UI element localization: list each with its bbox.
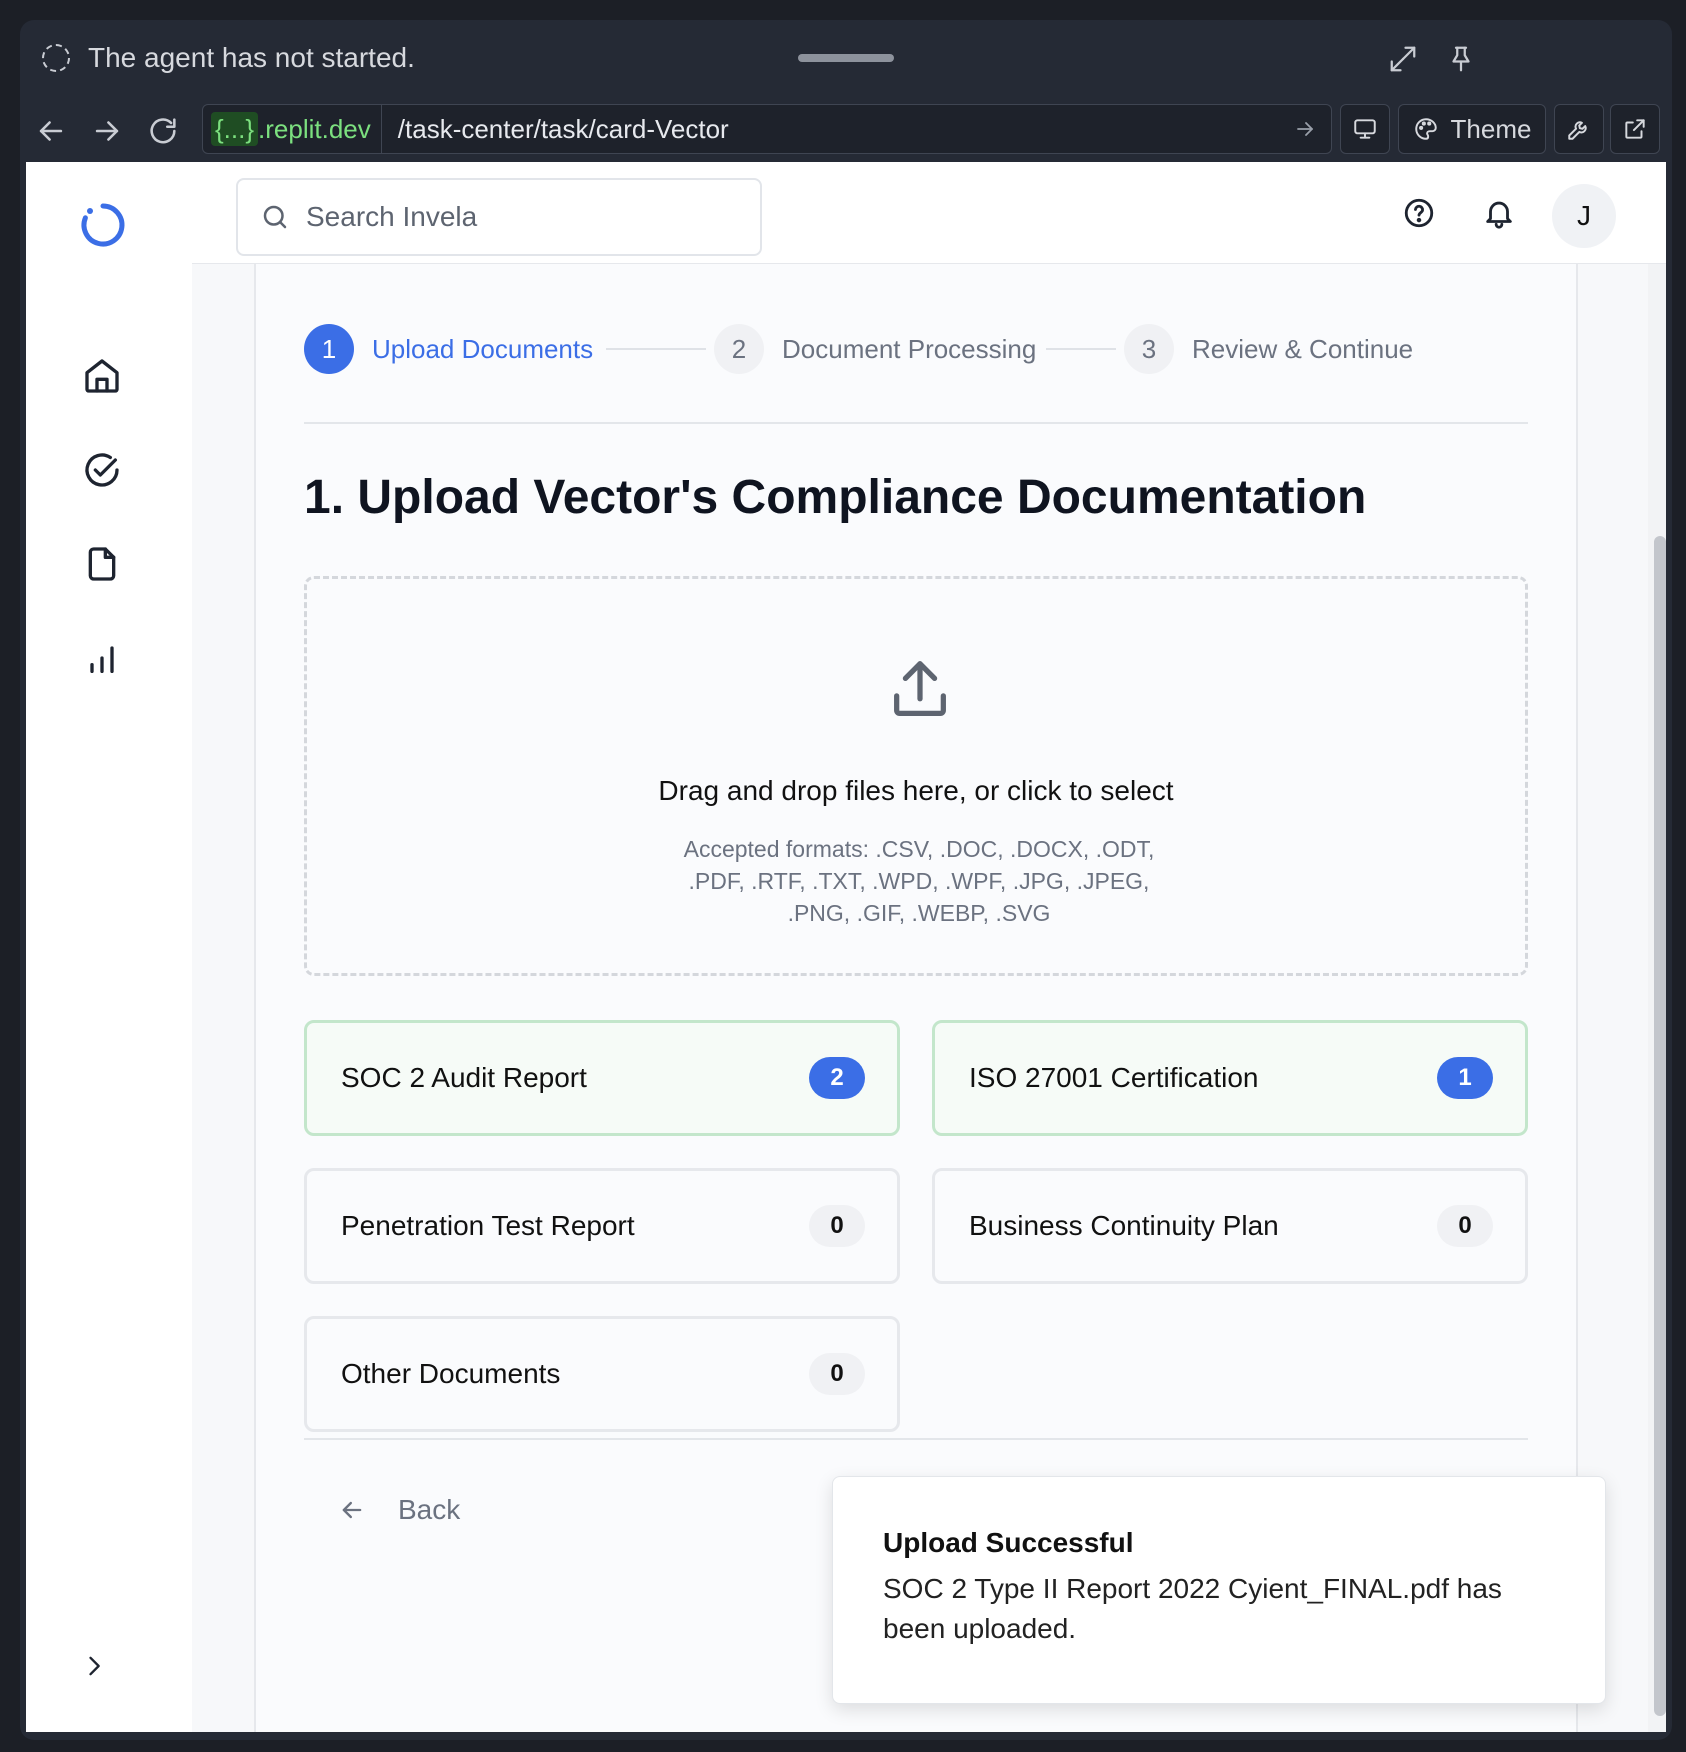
devtools-button[interactable] bbox=[1554, 104, 1604, 154]
url-bar[interactable]: {...} .replit.dev /task-center/task/card… bbox=[202, 104, 1332, 154]
bell-icon[interactable] bbox=[1482, 196, 1516, 230]
pin-icon[interactable] bbox=[1446, 44, 1476, 74]
loading-spinner-icon bbox=[42, 44, 70, 72]
open-new-tab-button[interactable] bbox=[1610, 104, 1660, 154]
url-domain: .replit.dev bbox=[258, 113, 371, 144]
device-preview-button[interactable] bbox=[1340, 104, 1390, 154]
step-connector bbox=[1046, 348, 1116, 350]
browser-bar: {...} .replit.dev /task-center/task/card… bbox=[20, 102, 1672, 160]
step-review-continue[interactable]: 3 Review & Continue bbox=[1124, 324, 1413, 374]
help-icon[interactable] bbox=[1402, 196, 1436, 230]
home-icon[interactable] bbox=[82, 356, 122, 396]
expand-sidebar-chevron-icon[interactable] bbox=[80, 1652, 108, 1680]
arrow-left-icon bbox=[342, 1501, 362, 1519]
drag-handle[interactable] bbox=[798, 54, 894, 62]
top-header: J bbox=[192, 162, 1666, 264]
stepper: 1 Upload Documents 2 Document Processing… bbox=[304, 324, 1534, 374]
user-avatar[interactable]: J bbox=[1552, 184, 1616, 248]
step-label: Upload Documents bbox=[372, 333, 594, 364]
toast-message: SOC 2 Type II Report 2022 Cyient_FINAL.p… bbox=[883, 1573, 1502, 1644]
doc-category-label: ISO 27001 Certification bbox=[969, 1062, 1259, 1093]
url-separator bbox=[380, 104, 382, 154]
dropzone-title: Drag and drop files here, or click to se… bbox=[658, 775, 1174, 806]
doc-category-bcp[interactable]: Business Continuity Plan 0 bbox=[932, 1168, 1528, 1284]
doc-category-label: SOC 2 Audit Report bbox=[341, 1062, 587, 1093]
agent-status-text: The agent has not started. bbox=[88, 42, 415, 73]
theme-label: Theme bbox=[1450, 113, 1532, 144]
invela-logo-icon[interactable] bbox=[78, 200, 128, 250]
divider bbox=[304, 422, 1528, 424]
doc-count-badge: 2 bbox=[809, 1057, 865, 1099]
upload-icon bbox=[894, 661, 946, 716]
step-number: 1 bbox=[304, 324, 354, 374]
doc-count-badge: 0 bbox=[809, 1353, 865, 1395]
palette-icon bbox=[1414, 118, 1437, 140]
agent-bar: The agent has not started. bbox=[20, 20, 1672, 96]
step-number: 2 bbox=[714, 324, 764, 374]
toast-title: Upload Successful bbox=[883, 1527, 1134, 1558]
monitor-icon bbox=[1354, 119, 1376, 139]
file-icon[interactable] bbox=[82, 544, 122, 584]
forward-arrow-icon[interactable] bbox=[90, 114, 124, 148]
collapse-window-icon[interactable] bbox=[1388, 44, 1418, 74]
theme-button[interactable]: Theme bbox=[1398, 104, 1546, 154]
doc-category-label: Penetration Test Report bbox=[341, 1210, 635, 1241]
doc-category-pentest[interactable]: Penetration Test Report 0 bbox=[304, 1168, 900, 1284]
step-label: Document Processing bbox=[782, 333, 1037, 364]
doc-count-badge: 1 bbox=[1437, 1057, 1493, 1099]
doc-category-label: Business Continuity Plan bbox=[969, 1210, 1279, 1241]
step-connector bbox=[606, 348, 706, 350]
sidebar bbox=[26, 162, 192, 1732]
search-icon bbox=[263, 205, 287, 229]
doc-category-label: Other Documents bbox=[341, 1358, 561, 1389]
dropzone-accepted-formats: Accepted formats: .CSV, .DOC, .DOCX, .OD… bbox=[683, 836, 1155, 926]
file-dropzone[interactable]: Drag and drop files here, or click to se… bbox=[304, 576, 1528, 976]
page-title: 1. Upload Vector's Compliance Documentat… bbox=[304, 471, 1367, 524]
bar-chart-icon[interactable] bbox=[82, 638, 122, 678]
step-label: Review & Continue bbox=[1192, 333, 1414, 364]
step-document-processing[interactable]: 2 Document Processing bbox=[714, 324, 1036, 374]
scrollbar-thumb[interactable] bbox=[1654, 536, 1666, 1716]
go-arrow-icon[interactable] bbox=[1293, 117, 1317, 141]
doc-category-soc2[interactable]: SOC 2 Audit Report 2 bbox=[304, 1020, 900, 1136]
url-path[interactable]: /task-center/task/card-Vector bbox=[398, 114, 1293, 145]
toast-notification[interactable]: Upload Successful SOC 2 Type II Report 2… bbox=[832, 1476, 1606, 1704]
doc-count-badge: 0 bbox=[1437, 1205, 1493, 1247]
step-number: 3 bbox=[1124, 324, 1174, 374]
step-upload-documents[interactable]: 1 Upload Documents bbox=[304, 324, 593, 374]
back-label: Back bbox=[398, 1494, 461, 1525]
doc-count-badge: 0 bbox=[809, 1205, 865, 1247]
doc-category-iso27001[interactable]: ISO 27001 Certification 1 bbox=[932, 1020, 1528, 1136]
search-input[interactable] bbox=[306, 201, 706, 233]
external-link-icon bbox=[1625, 119, 1645, 139]
search-box[interactable] bbox=[236, 178, 762, 256]
url-domain-badge: {...} bbox=[211, 112, 259, 146]
task-check-icon[interactable] bbox=[82, 450, 122, 490]
back-button[interactable]: Back bbox=[338, 1484, 460, 1536]
doc-category-other[interactable]: Other Documents 0 bbox=[304, 1316, 900, 1432]
reload-icon[interactable] bbox=[146, 114, 180, 148]
divider bbox=[304, 1438, 1528, 1440]
back-arrow-icon[interactable] bbox=[34, 114, 68, 148]
wrench-icon bbox=[1568, 121, 1587, 140]
